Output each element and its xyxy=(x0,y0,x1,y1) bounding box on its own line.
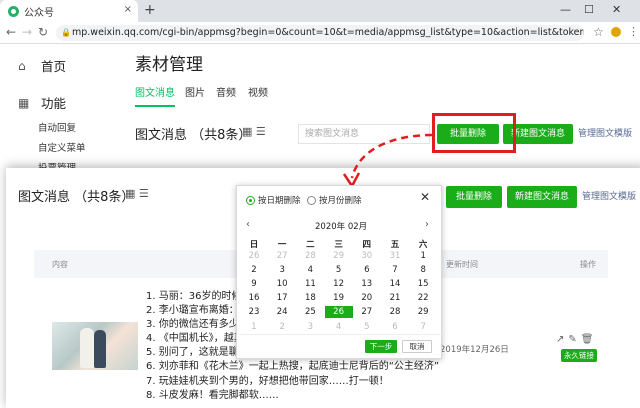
calendar-day[interactable]: 26 xyxy=(240,250,268,262)
popup-close-button[interactable]: ✕ xyxy=(420,190,430,204)
weekday-header: 四 xyxy=(362,240,372,250)
calendar-day[interactable]: 14 xyxy=(381,278,409,290)
calendar-day-selected[interactable]: 26 xyxy=(324,306,353,319)
calendar-day[interactable]: 30 xyxy=(353,250,381,262)
calendar-day[interactable]: 1 xyxy=(240,321,268,333)
calendar-day[interactable]: 2 xyxy=(268,321,296,333)
weekday-header: 五 xyxy=(390,240,400,250)
radio-label: 按月份删除 xyxy=(319,196,362,206)
calendar-day[interactable]: 3 xyxy=(296,321,324,333)
calendar-day[interactable]: 20 xyxy=(353,292,381,304)
radio-checked-icon xyxy=(246,195,255,205)
calendar-day[interactable]: 25 xyxy=(296,306,324,318)
calendar-day[interactable]: 29 xyxy=(325,250,353,262)
calendar-day[interactable]: 16 xyxy=(240,292,268,304)
calendar-day[interactable]: 31 xyxy=(381,250,409,262)
calendar-day[interactable]: 4 xyxy=(296,264,324,276)
prev-month-button[interactable]: ‹ xyxy=(246,219,250,230)
calendar-day[interactable]: 15 xyxy=(409,278,437,290)
calendar-day[interactable]: 6 xyxy=(353,264,381,276)
calendar-day[interactable]: 7 xyxy=(381,264,409,276)
weekday-header: 日 xyxy=(249,240,259,250)
calendar-day[interactable]: 18 xyxy=(296,292,324,304)
calendar-day[interactable]: 23 xyxy=(240,306,268,318)
next-month-button[interactable]: › xyxy=(425,219,429,230)
weekday-header: 二 xyxy=(306,240,315,250)
cancel-button[interactable]: 取消 xyxy=(402,340,432,353)
calendar-day[interactable]: 9 xyxy=(240,278,268,290)
calendar-day[interactable]: 2 xyxy=(240,264,268,276)
calendar-day[interactable]: 27 xyxy=(268,250,296,262)
calendar-day[interactable]: 28 xyxy=(381,306,409,318)
calendar-day[interactable]: 10 xyxy=(268,278,296,290)
calendar-day[interactable]: 5 xyxy=(353,321,381,333)
calendar-day[interactable]: 28 xyxy=(296,250,324,262)
weekday-header: 一 xyxy=(277,240,287,250)
calendar-day[interactable]: 1 xyxy=(409,250,437,262)
calendar-day[interactable]: 11 xyxy=(296,278,324,290)
calendar-day[interactable]: 12 xyxy=(325,278,353,290)
calendar-day[interactable]: 7 xyxy=(409,321,437,333)
radio-unchecked-icon xyxy=(307,195,316,205)
calendar-day[interactable]: 5 xyxy=(325,264,353,276)
calendar-day[interactable]: 6 xyxy=(381,321,409,333)
calendar-day[interactable]: 21 xyxy=(381,292,409,304)
calendar-day[interactable]: 4 xyxy=(325,321,353,333)
radio-delete-by-date[interactable]: 按日期删除 xyxy=(246,194,301,206)
next-step-button[interactable]: 下一步 xyxy=(365,340,397,353)
calendar-day[interactable]: 19 xyxy=(325,292,353,304)
calendar-day[interactable]: 22 xyxy=(409,292,437,304)
calendar-month-label: 2020年 02月 xyxy=(315,222,368,232)
weekday-header: 六 xyxy=(418,240,428,250)
calendar-day[interactable]: 8 xyxy=(409,264,437,276)
calendar-day[interactable]: 17 xyxy=(268,292,296,304)
calendar-day[interactable]: 27 xyxy=(353,306,381,318)
radio-delete-by-month[interactable]: 按月份删除 xyxy=(307,194,362,206)
popup-divider xyxy=(238,334,442,335)
calendar-day[interactable]: 29 xyxy=(409,306,437,318)
calendar-day[interactable]: 24 xyxy=(268,306,296,318)
radio-label: 按日期删除 xyxy=(258,196,301,206)
calendar-day[interactable]: 13 xyxy=(353,278,381,290)
weekday-header: 三 xyxy=(334,240,343,250)
calendar-day[interactable]: 3 xyxy=(268,264,296,276)
